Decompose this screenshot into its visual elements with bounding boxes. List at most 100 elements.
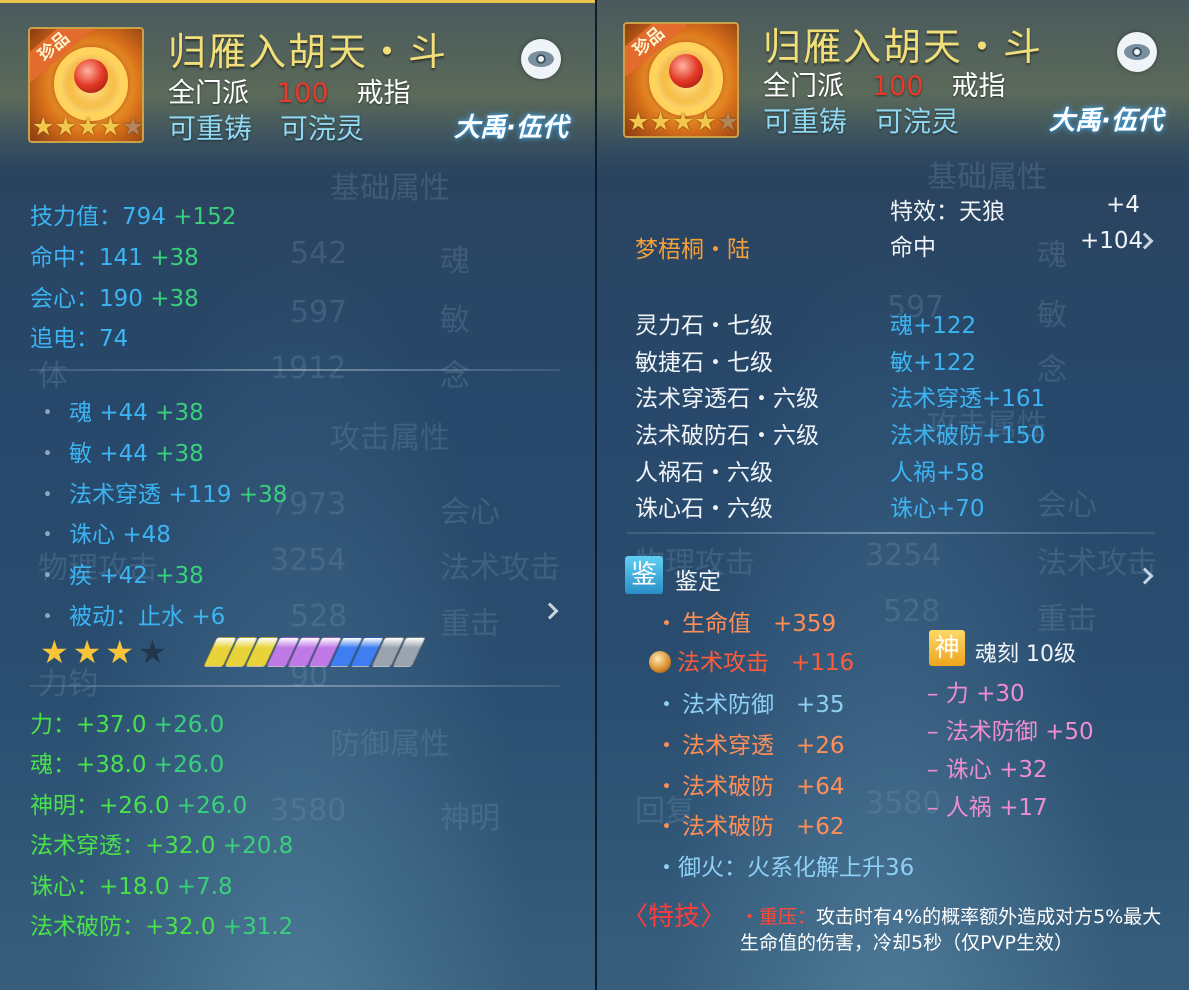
soul-icon: 神 <box>929 630 965 666</box>
effect-value: +4 <box>1106 192 1140 218</box>
sub-stat-row: ・魂 +44 +38 <box>36 400 204 426</box>
ghost-text: 敏 <box>440 303 470 338</box>
sub-stat-row: ・法术穿透 +119 +38 <box>36 482 288 508</box>
ghost-text: 敏 <box>1037 298 1067 333</box>
eye-icon[interactable] <box>521 39 561 79</box>
appraise-label: 鉴定 <box>675 569 721 595</box>
star-icon: ★ <box>54 112 77 141</box>
server-logo: 大禹·伍代 <box>454 113 568 143</box>
fire-resist: ・御火：火系化解上升36 <box>655 855 915 881</box>
ghost-text: 体 <box>38 359 68 394</box>
hit-value: +104 <box>1080 228 1144 254</box>
divider <box>627 532 1155 534</box>
gem-name: 诛心石・六级 <box>635 496 773 522</box>
tag-refine: 可浣灵 <box>875 105 960 138</box>
stat-row: 追电：74 <box>30 326 129 352</box>
star-icon: ★ <box>99 112 122 141</box>
skill-name: ・重压： <box>740 906 817 928</box>
eye-icon[interactable] <box>1117 32 1157 72</box>
ghost-text: 542 <box>290 236 348 271</box>
star-icon: ★ <box>72 633 102 671</box>
ruby-icon <box>74 59 108 93</box>
soul-stat: – 诛心 +32 <box>927 757 1048 783</box>
appraise-stat: ・法术穿透 +26 <box>655 733 845 759</box>
ghost-text: 防御属性 <box>330 727 450 762</box>
hit-label: 命中 <box>890 235 936 261</box>
gem-name: 人祸石・六级 <box>635 460 773 486</box>
item-slot: 戒指 <box>356 78 411 109</box>
ghost-text: 3254 <box>270 543 347 578</box>
bonus-stat-row: 法术破防：+32.0 +31.2 <box>30 914 294 940</box>
ghost-text: 3580 <box>270 793 347 828</box>
gem-effect: 诛心+70 <box>890 496 985 522</box>
item-star-rating: ★ ★ ★ ★ ★ <box>627 107 737 136</box>
tag-reforge: 可重铸 <box>763 105 848 138</box>
bonus-stat-row: 诛心：+18.0 +7.8 <box>30 874 233 900</box>
gem-effect: 魂+122 <box>890 313 977 339</box>
soul-title: 魂刻 10级 <box>975 642 1076 667</box>
bonus-stat-row: 法术穿透：+32.0 +20.8 <box>30 833 294 859</box>
bonus-stat-row: 魂：+38.0 +26.0 <box>30 752 225 778</box>
item-level: 100 <box>277 78 329 109</box>
skill-description: ・重压：攻击时有4%的概率额外造成对方5%最大生命值的伤害，冷却5秒（仅PVP生… <box>740 904 1180 956</box>
sub-stat-row: ・疾 +42 +38 <box>36 563 204 589</box>
appraise-stat: ・法术防御 +35 <box>655 692 845 718</box>
gem-effect: 敏+122 <box>890 350 977 376</box>
ghost-text: 3254 <box>865 538 942 573</box>
ghost-text: 基础属性 <box>330 171 450 206</box>
effect-label: 特效：天狼 <box>890 199 1005 225</box>
ghost-text: 597 <box>290 295 348 330</box>
star-icon: ★ <box>627 107 650 136</box>
star-icon: ★ <box>105 633 135 671</box>
chevron-right-icon[interactable] <box>541 602 559 620</box>
item-meta: 全门派 100 戒指 <box>168 71 411 110</box>
gem-effect: 法术破防+150 <box>890 423 1046 449</box>
item-school: 全门派 <box>168 78 249 109</box>
gem-name: 法术穿透石・六级 <box>635 386 819 412</box>
ruby-icon <box>669 54 703 88</box>
ghost-text: 重击 <box>1037 602 1097 637</box>
item-tags: 可重铸 可浣灵 <box>168 107 364 147</box>
item-title: 归雁入胡天・斗 <box>168 30 449 74</box>
divider <box>30 685 560 687</box>
star-icon: ★ <box>694 107 717 136</box>
stat-row: 命中：141 +38 <box>30 245 199 271</box>
ghost-text: 基础属性 <box>927 160 1047 195</box>
soul-stat: – 法术防御 +50 <box>927 719 1094 745</box>
item-meta: 全门派 100 戒指 <box>763 64 1006 103</box>
ghost-text: 神明 <box>440 801 500 836</box>
ghost-text: 528 <box>290 599 348 634</box>
sub-stat-row: ・诛心 +48 <box>36 522 171 548</box>
left-tooltip-panel: 基础属性 542 魂 597 敏 体 1912 念 攻击属性 7973 会心 物… <box>0 0 595 990</box>
sub-stat-row: ・敏 +44 +38 <box>36 441 204 467</box>
gem-name: 灵力石・七级 <box>635 313 773 339</box>
tag-refine: 可浣灵 <box>280 112 365 145</box>
tag-reforge: 可重铸 <box>168 112 253 145</box>
ghost-text: 念 <box>440 359 470 394</box>
star-icon: ★ <box>76 112 100 141</box>
star-icon: ★ <box>40 633 69 671</box>
appraise-stat: ・生命值 +359 <box>655 611 837 637</box>
appraise-stat: ・法术破防 +62 <box>655 814 845 840</box>
item-title: 归雁入胡天・斗 <box>763 25 1044 69</box>
ghost-text: 会心 <box>1037 488 1097 523</box>
right-tooltip-panel: 基础属性 魂 597 敏 念 攻击属性 会心 物理攻击 3254 法术攻击 52… <box>597 0 1189 990</box>
skill-title: 〈特技〉 <box>622 902 727 932</box>
ghost-text: 528 <box>883 594 941 629</box>
sub-stat-row: ・被动：止水 +6 <box>36 604 226 630</box>
ghost-text: 攻击属性 <box>330 421 450 456</box>
soul-stat: – 力 +30 <box>927 681 1025 707</box>
ghost-text: 魂 <box>440 244 470 279</box>
ghost-text: 法术攻击 <box>440 551 560 586</box>
item-icon: 珍品 ★ ★ ★ ★ ★ <box>623 22 739 138</box>
divider <box>30 369 560 371</box>
item-level: 100 <box>872 71 924 102</box>
stat-row: 技力值：794 +152 <box>30 204 237 230</box>
gem-icon <box>649 651 671 673</box>
appraise-stat: 法术攻击 +116 <box>649 643 854 677</box>
ghost-text: 重击 <box>440 607 500 642</box>
bonus-stat-row: 力：+37.0 +26.0 <box>30 712 225 738</box>
refine-star-rating: ★ ★ ★ ★ <box>40 635 167 669</box>
server-logo: 大禹·伍代 <box>1049 106 1163 136</box>
star-icon: ★ <box>671 107 695 136</box>
